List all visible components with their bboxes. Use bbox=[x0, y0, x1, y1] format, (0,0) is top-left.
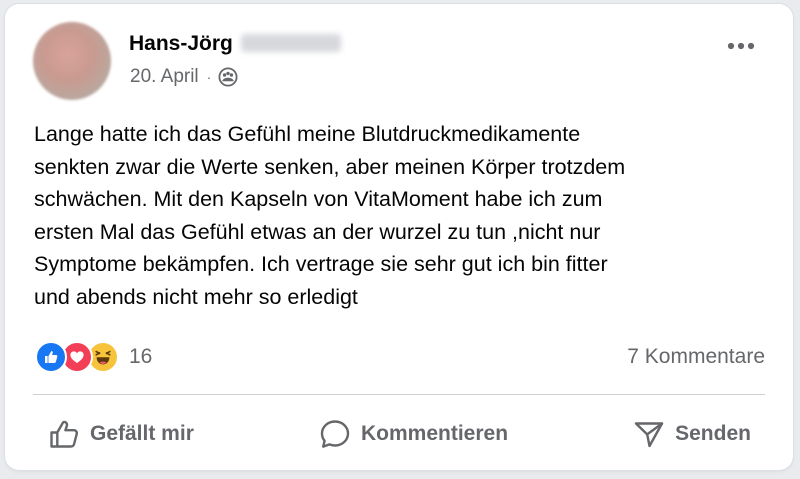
avatar[interactable] bbox=[33, 22, 111, 100]
like-reaction-icon bbox=[35, 341, 67, 373]
comment-icon bbox=[318, 417, 352, 451]
divider bbox=[33, 394, 765, 395]
friends-icon[interactable] bbox=[218, 67, 238, 87]
author-name[interactable]: Hans-Jörg bbox=[129, 32, 233, 55]
like-label: Gefällt mir bbox=[90, 422, 194, 445]
post-meta: 20. April · bbox=[130, 66, 238, 88]
send-icon bbox=[632, 417, 666, 451]
post-action-bar: Gefällt mir Kommentieren Senden bbox=[33, 406, 765, 462]
comment-button[interactable]: Kommentieren bbox=[304, 409, 522, 459]
reactions-count[interactable]: 16 bbox=[129, 345, 152, 369]
meta-separator: · bbox=[206, 69, 212, 85]
more-options-icon[interactable] bbox=[723, 34, 759, 58]
redacted-surname bbox=[240, 34, 341, 52]
thumbs-up-icon bbox=[47, 417, 81, 451]
comments-count-link[interactable]: 7 Kommentare bbox=[627, 345, 765, 369]
post-card: Hans-Jörg 20. April · Lange hatte ich da… bbox=[5, 4, 793, 470]
send-label: Senden bbox=[675, 422, 751, 445]
post-text: Lange hatte ich das Gefühl meine Blutdru… bbox=[34, 122, 626, 309]
post-date[interactable]: 20. April bbox=[130, 66, 199, 88]
comment-label: Kommentieren bbox=[360, 422, 509, 445]
like-button[interactable]: Gefällt mir bbox=[33, 409, 208, 459]
send-button[interactable]: Senden bbox=[618, 409, 765, 459]
reactions-summary[interactable]: 16 bbox=[35, 340, 152, 374]
author-name-link[interactable]: Hans-Jörg bbox=[129, 32, 341, 56]
